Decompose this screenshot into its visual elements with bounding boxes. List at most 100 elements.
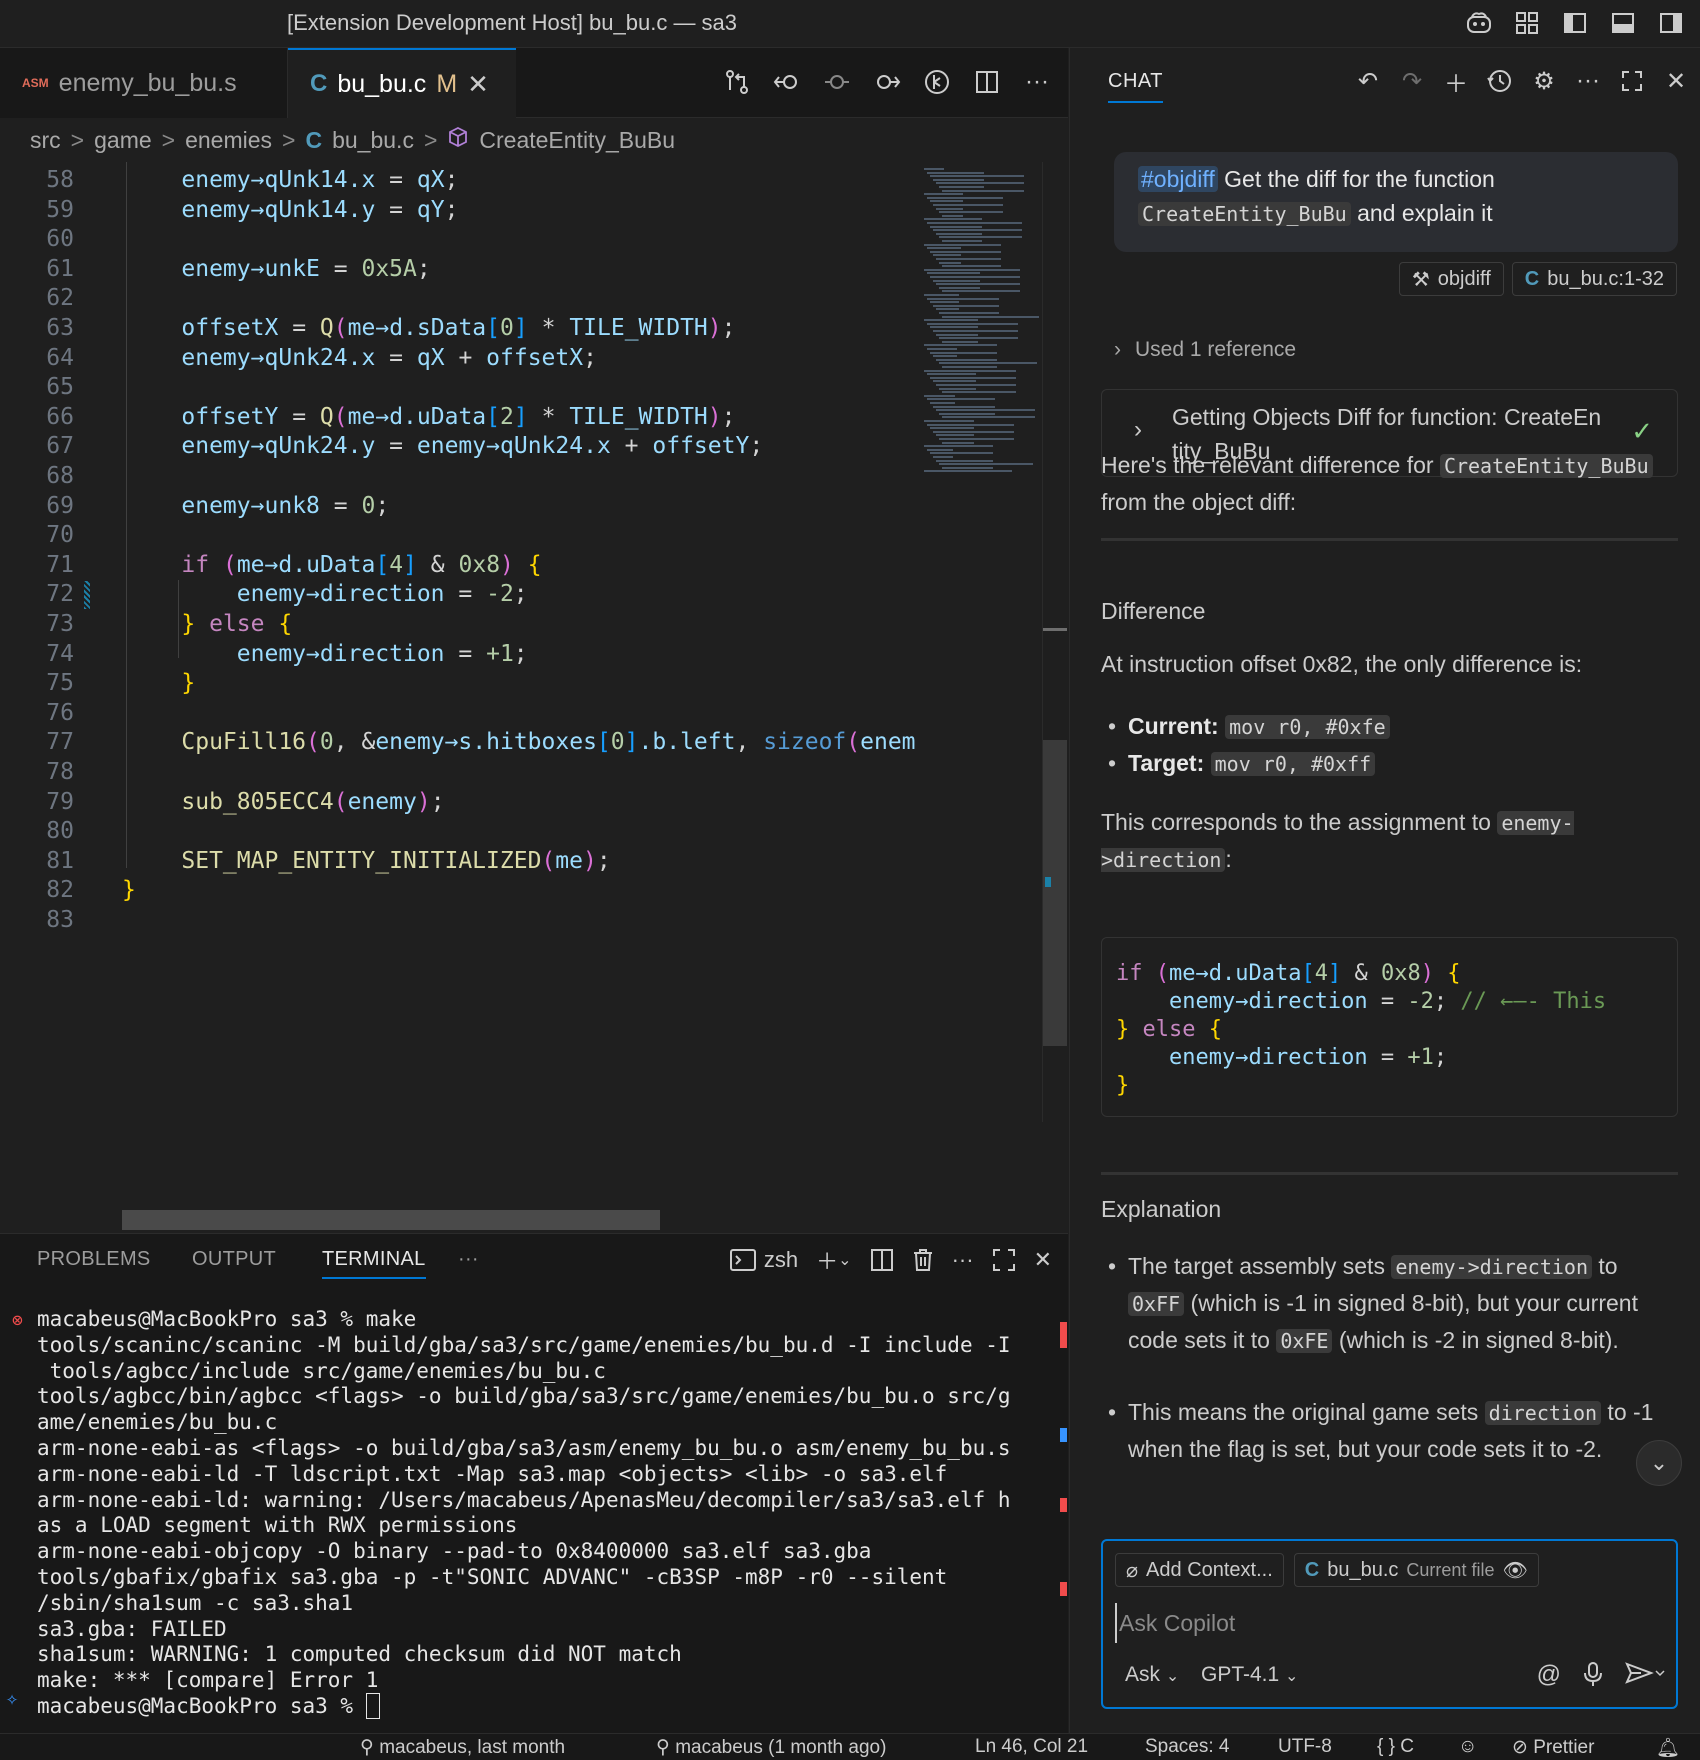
minimap-line [936,308,959,311]
mode-selector[interactable]: Ask ⌄ [1125,1663,1179,1687]
code-line[interactable]: 60 [0,223,920,256]
tab-output[interactable]: OUTPUT [192,1248,276,1271]
model-selector[interactable]: GPT-4.1 ⌄ [1201,1663,1298,1687]
attachment-file[interactable]: C bu_bu.c:1-32 [1511,262,1677,296]
breadcrumb-game[interactable]: game [94,127,152,154]
eye-icon[interactable]: 👁︎ [1502,1558,1527,1583]
code-line[interactable]: 68 [0,460,920,493]
bell-icon[interactable]: 🔔︎ [1656,1736,1680,1760]
indentation[interactable]: Spaces: 4 [1145,1736,1230,1758]
chat-title[interactable]: CHAT [1108,70,1163,103]
split-editor-icon[interactable] [972,64,1002,100]
toggle-panel-icon[interactable] [1608,8,1638,38]
code-line[interactable]: 80 [0,815,920,848]
terminal[interactable]: ⊗ ✧ macabeus@MacBookPro sa3 % make tools/… [0,1306,1040,1726]
terminal-shell-selector[interactable]: zsh [729,1244,798,1276]
previous-change-icon[interactable] [772,64,802,100]
code-block[interactable]: if (me→d.uData[4] & 0x8) { enemy→directi… [1101,937,1678,1117]
code-line[interactable]: 70 [0,519,920,552]
indent-guide [178,580,179,658]
code-line[interactable]: 59 enemy→qUnk14.y = qY; [0,194,920,227]
tab-terminal[interactable]: TERMINAL [322,1248,426,1279]
editor-vertical-scrollbar[interactable] [1042,162,1067,1122]
code-line[interactable]: 72 enemy→direction = -2; [0,578,920,611]
code-line[interactable]: 58 enemy→qUnk14.x = qX; [0,164,920,197]
code-line[interactable]: 75 } [0,667,920,700]
code-line[interactable]: 69 enemy→unk8 = 0; [0,490,920,523]
code-line[interactable]: 63 offsetX = Q(me→d.sData[0] * TILE_WIDT… [0,312,920,345]
new-chat-icon[interactable]: ＋ [1441,64,1471,98]
gear-icon[interactable]: ⚙ [1529,64,1559,98]
maximize-panel-icon[interactable] [992,1244,1016,1276]
code-line[interactable]: 62 [0,282,920,315]
tool-tag[interactable]: #objdiff [1138,166,1218,192]
copilot-status-icon[interactable]: ☺ [1458,1736,1477,1758]
add-context-button[interactable]: ⌀ Add Context... [1115,1553,1284,1587]
git-author-item[interactable]: ⚲ macabeus (1 month ago) [656,1736,886,1759]
scrollbar-thumb[interactable] [1043,740,1067,1046]
code-line[interactable]: 78 [0,756,920,789]
panel-more-tabs[interactable]: ··· [458,1248,479,1271]
code-line[interactable]: 83 [0,904,920,937]
code-line[interactable]: 61 enemy→unkE = 0x5A; [0,253,920,286]
breadcrumb-symbol[interactable]: CreateEntity_BuBu [479,127,675,154]
split-terminal-icon[interactable] [870,1244,894,1276]
undo-icon[interactable]: ↶ [1353,64,1383,98]
sparkle-icon[interactable]: ✧ [6,1686,18,1710]
minimap[interactable] [920,162,1039,502]
used-reference-toggle[interactable]: › Used 1 reference [1114,338,1296,362]
terminal-scrollbar[interactable] [1046,1290,1068,1730]
code-line[interactable]: 81 SET_MAP_ENTITY_INITIALIZED(me); [0,845,920,878]
maximize-icon[interactable] [1617,64,1647,98]
tab-problems[interactable]: PROBLEMS [37,1248,151,1271]
current-file-chip[interactable]: C bu_bu.c Current file 👁︎ [1293,1553,1539,1587]
code-line[interactable]: 64 enemy→qUnk24.x = qX + offsetX; [0,342,920,375]
close-icon[interactable]: ✕ [1661,64,1691,98]
commit-icon[interactable] [822,64,852,100]
code-line[interactable]: 67 enemy→qUnk24.y = enemy→qUnk24.x + off… [0,430,920,463]
code-line[interactable]: 71 if (me→d.uData[4] & 0x8) { [0,549,920,582]
code-line[interactable]: 82} [0,874,920,907]
microphone-icon[interactable] [1583,1661,1603,1694]
code-line[interactable]: 74 enemy→direction = +1; [0,638,920,671]
breadcrumb-file[interactable]: bu_bu.c [332,127,414,154]
trash-icon[interactable] [912,1244,934,1276]
code-editor[interactable]: 58 enemy→qUnk14.x = qX; 59 enemy→qUnk14.y… [0,162,920,1082]
breadcrumb-enemies[interactable]: enemies [185,127,272,154]
history-icon[interactable] [1485,64,1515,98]
ask-copilot-input[interactable] [1115,1603,1665,1643]
new-terminal-icon[interactable]: ＋ ⌄ [816,1244,851,1276]
code-line[interactable]: 76 [0,697,920,730]
tab-bu-bu-c[interactable]: C bu_bu.c M ✕ [288,48,516,118]
send-icon[interactable] [1625,1661,1665,1694]
redo-icon[interactable]: ↷ [1397,64,1427,98]
more-actions-icon[interactable]: ··· [1022,64,1052,100]
next-change-icon[interactable] [872,64,902,100]
language-mode[interactable]: { } C [1377,1736,1414,1758]
more-actions-icon[interactable]: ··· [1573,64,1603,98]
git-blame-item[interactable]: ⚲ macabeus, last month [360,1736,565,1759]
toggle-primary-sidebar-icon[interactable] [1560,8,1590,38]
scroll-down-button[interactable]: ⌄ [1636,1440,1682,1486]
toggle-secondary-sidebar-icon[interactable] [1656,8,1686,38]
close-panel-icon[interactable]: ✕ [1034,1244,1052,1276]
tab-enemy-bu-bu-s[interactable]: ASM enemy_bu_bu.s [0,48,288,118]
attachment-objdiff[interactable]: ⚒ objdiff [1398,262,1504,296]
code-line[interactable]: 66 offsetY = Q(me→d.uData[2] * TILE_WIDT… [0,401,920,434]
open-changes-icon[interactable] [722,64,752,100]
code-line[interactable]: 79 sub_805ECC4(enemy); [0,786,920,819]
code-line[interactable]: 77 CpuFill16(0, &enemy→s.hitboxes[0].b.l… [0,726,920,759]
layout-controls-icon[interactable] [1512,8,1542,38]
code-line[interactable]: 65 [0,371,920,404]
prettier-status[interactable]: ⊘ Prettier [1512,1736,1594,1759]
code-line[interactable]: 73 } else { [0,608,920,641]
breadcrumb-src[interactable]: src [30,127,61,154]
mention-icon[interactable]: @ [1537,1661,1561,1694]
copilot-icon[interactable] [1464,8,1494,38]
timeline-icon[interactable] [922,64,952,100]
close-icon[interactable]: ✕ [467,69,489,100]
more-actions-icon[interactable]: ··· [952,1244,974,1276]
cursor-position[interactable]: Ln 46, Col 21 [975,1736,1088,1758]
editor-horizontal-scrollbar[interactable] [122,1210,660,1230]
encoding[interactable]: UTF-8 [1278,1736,1332,1758]
